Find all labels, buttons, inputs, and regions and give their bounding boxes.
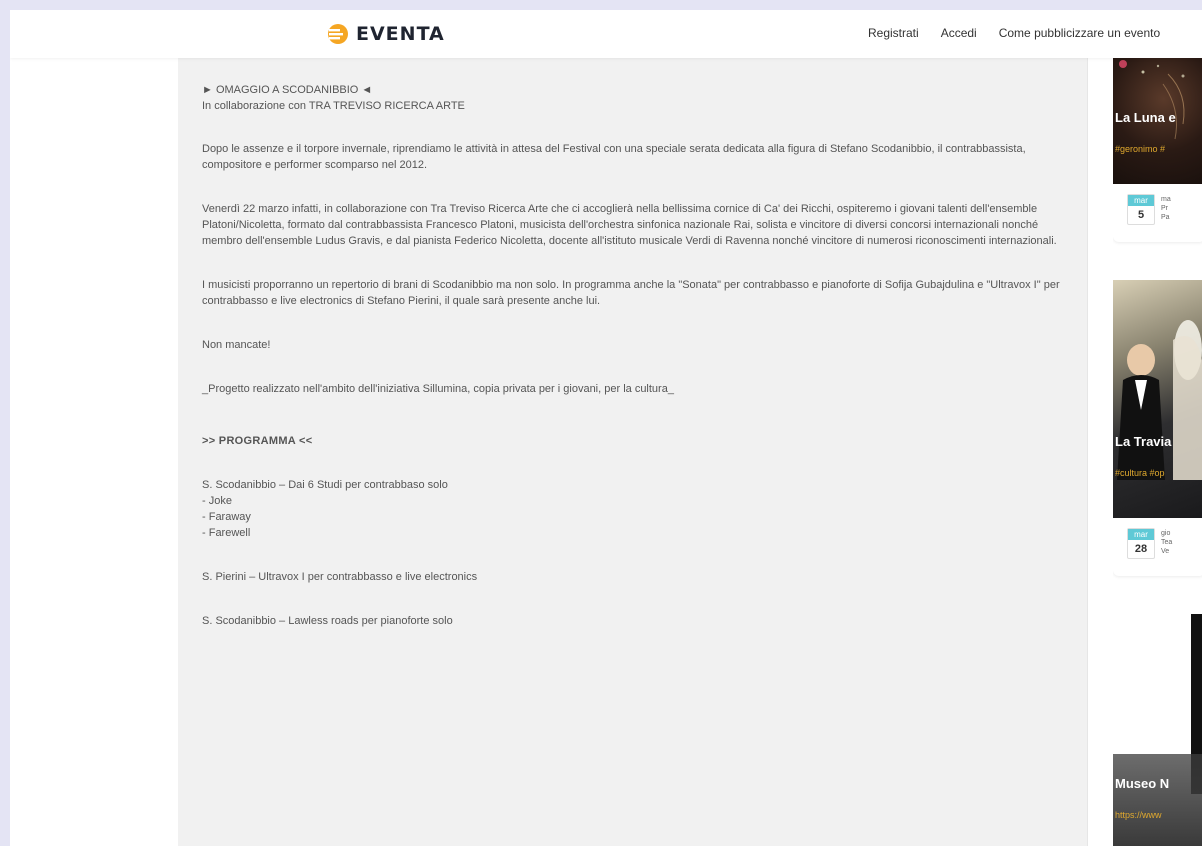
event-card-info: ma Pr Pa [1161, 195, 1171, 222]
event-card-link[interactable]: https://www [1113, 810, 1162, 820]
event-card-footer: mar 5 ma Pr Pa [1113, 184, 1202, 242]
program-item-2: S. Pierini – Ultravox I per contrabbasso… [202, 571, 478, 583]
nav-advertise-link[interactable]: Come pubblicizzare un evento [999, 26, 1160, 40]
event-card-tags: #geronimo # [1115, 144, 1166, 154]
nav-accedi-link[interactable]: Accedi [941, 26, 977, 40]
paragraph-project: _Progetto realizzato nell'ambito dell'in… [202, 383, 674, 395]
brand-name: EVENTA [356, 23, 445, 45]
site-header: EVENTA Registrati Accedi Come pubblicizz… [10, 10, 1202, 58]
event-card-title: La Travia [1115, 434, 1172, 449]
event-info-line: Pr [1161, 205, 1168, 212]
event-subtitle: ► OMAGGIO A SCODANIBBIO ◄ [202, 84, 373, 96]
browser-viewport: EVENTA Registrati Accedi Come pubblicizz… [10, 10, 1202, 846]
paragraph-details: Venerdì 22 marzo infatti, in collaborazi… [202, 203, 1057, 247]
event-card-tags: #cultura #op [1115, 468, 1165, 478]
paragraph-non-mancate: Non mancate! [202, 339, 271, 351]
event-date-day: 5 [1137, 209, 1145, 221]
event-date-badge: mar 28 [1127, 528, 1155, 559]
program-sub-item: - Joke [202, 495, 232, 507]
program-item-1-title: S. Scodanibbio – Dai 6 Studi per contrab… [202, 479, 448, 491]
site-logo[interactable]: EVENTA [327, 22, 445, 46]
stage-lights-icon [1119, 60, 1185, 140]
nav-registrati-link[interactable]: Registrati [868, 26, 919, 40]
event-card-image [1113, 54, 1202, 204]
event-card-title: La Luna e [1115, 110, 1176, 125]
related-events-column: La Luna e #geronimo # mar 5 ma Pr Pa La … [1113, 54, 1202, 846]
program-heading: >> PROGRAMMA << [202, 435, 313, 447]
event-card-footer: mar 28 gio Tea Ve [1113, 518, 1202, 576]
event-info-line: Tea [1161, 539, 1173, 546]
program-item-3: S. Scodanibbio – Lawless roads per piano… [202, 615, 453, 627]
event-info-line: ma [1161, 196, 1171, 203]
paragraph-intro: Dopo le assenze e il torpore invernale, … [202, 143, 1026, 171]
event-date-month: mar [1128, 529, 1154, 540]
event-card[interactable]: La Travia #cultura #op mar 28 gio Tea Ve [1113, 280, 1202, 590]
paragraph-repertoire: I musicisti proporranno un repertorio di… [202, 279, 1060, 307]
event-date-month: mar [1128, 195, 1154, 206]
event-date-badge: mar 5 [1127, 194, 1155, 225]
event-card[interactable]: La Luna e #geronimo # mar 5 ma Pr Pa [1113, 54, 1202, 278]
collab-line: In collaborazione con TRA TREVISO RICERC… [202, 100, 465, 112]
event-description: ► OMAGGIO A SCODANIBBIO ◄ In collaborazi… [178, 58, 1088, 846]
top-nav: Registrati Accedi Come pubblicizzare un … [868, 26, 1160, 40]
program-sub-item: - Faraway [202, 511, 251, 523]
opera-singers-icon [1117, 320, 1202, 480]
program-sub-item: - Farewell [202, 527, 251, 539]
event-date-day: 28 [1134, 543, 1148, 555]
event-info-line: Ve [1161, 548, 1170, 555]
event-info-line: gio [1161, 530, 1171, 537]
event-info-line: Pa [1161, 214, 1170, 221]
event-card-image [1113, 280, 1202, 518]
event-card-title: Museo N [1115, 776, 1170, 791]
event-card[interactable]: Museo N https://www [1113, 614, 1202, 846]
eventa-logo-icon [328, 24, 348, 44]
event-card-info: gio Tea Ve [1161, 529, 1172, 556]
